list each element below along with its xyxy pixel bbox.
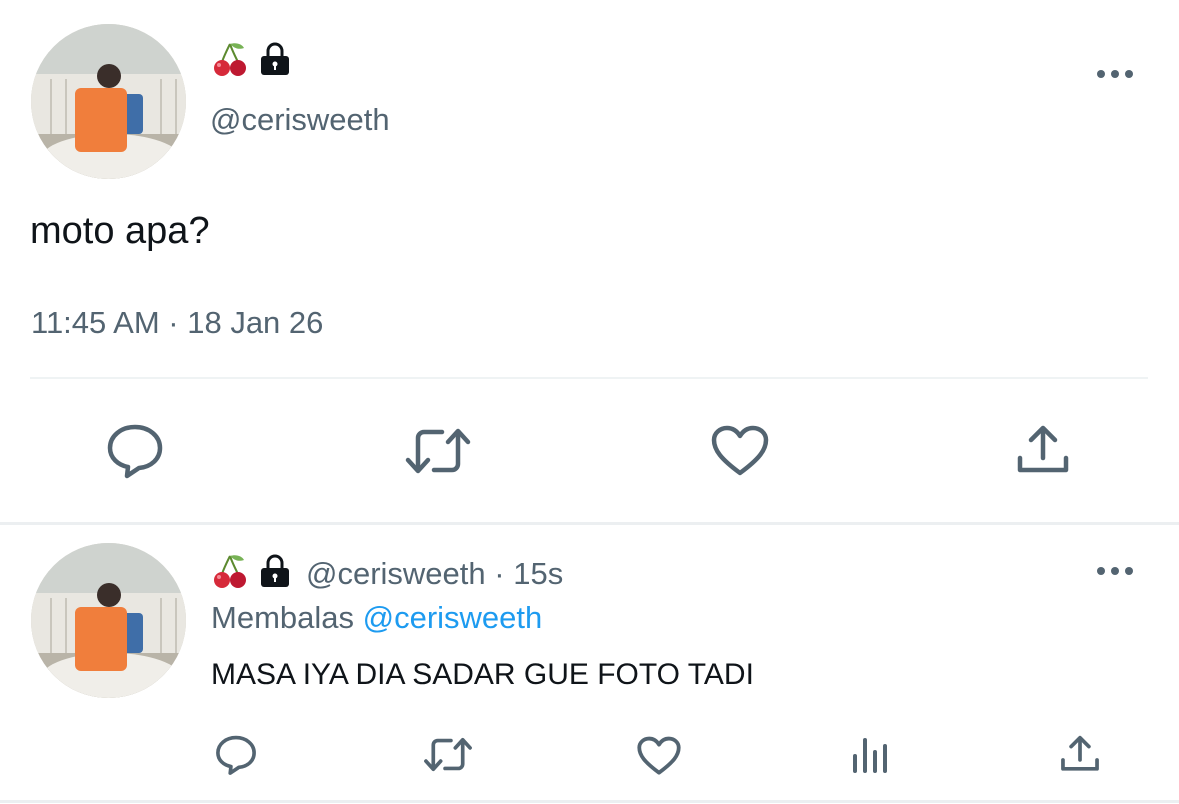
reply-icon — [216, 735, 256, 775]
lock-icon — [258, 553, 292, 594]
cherry-icon — [212, 552, 248, 595]
reply-analytics-button[interactable] — [851, 734, 889, 774]
reply-like-button[interactable] — [637, 736, 681, 776]
lock-icon — [258, 41, 292, 82]
analytics-icon — [853, 738, 887, 773]
retweet-button[interactable] — [404, 426, 472, 476]
share-icon — [1061, 735, 1099, 771]
tweet-handle[interactable]: @cerisweeth — [210, 102, 390, 138]
bottom-separator — [0, 800, 1179, 803]
more-icon — [1097, 70, 1133, 78]
reply-handle[interactable]: @cerisweeth — [306, 556, 486, 591]
cherry-icon — [212, 40, 248, 83]
replying-to-label: Membalas — [211, 600, 354, 635]
retweet-icon — [424, 737, 472, 772]
divider — [30, 377, 1148, 379]
reply-retweet-button[interactable] — [423, 736, 473, 773]
reply-more-options-button[interactable] — [1096, 563, 1136, 579]
tweet-separator — [0, 522, 1179, 525]
reply-text: MASA IYA DIA SADAR GUE FOTO TADI — [211, 658, 754, 691]
tweet-text: moto apa? — [30, 210, 210, 252]
reply-button[interactable] — [106, 423, 164, 479]
share-button[interactable] — [1016, 424, 1070, 476]
tweet-timestamp[interactable]: 11:45 AM · 18 Jan 26 — [31, 305, 323, 341]
reply-avatar[interactable] — [31, 543, 186, 698]
more-options-button[interactable] — [1096, 66, 1136, 82]
like-icon — [637, 736, 681, 775]
share-icon — [1017, 425, 1069, 473]
more-icon — [1097, 567, 1133, 575]
like-icon — [711, 425, 769, 476]
retweet-icon — [405, 428, 471, 474]
like-button[interactable] — [711, 425, 769, 477]
reply-icon — [107, 424, 163, 479]
reply-reply-button[interactable] — [215, 734, 257, 776]
replying-to-link[interactable]: @cerisweeth — [363, 600, 543, 635]
reply-time[interactable]: · 15s — [494, 556, 563, 591]
avatar[interactable] — [31, 24, 186, 179]
reply-share-button[interactable] — [1060, 734, 1100, 774]
